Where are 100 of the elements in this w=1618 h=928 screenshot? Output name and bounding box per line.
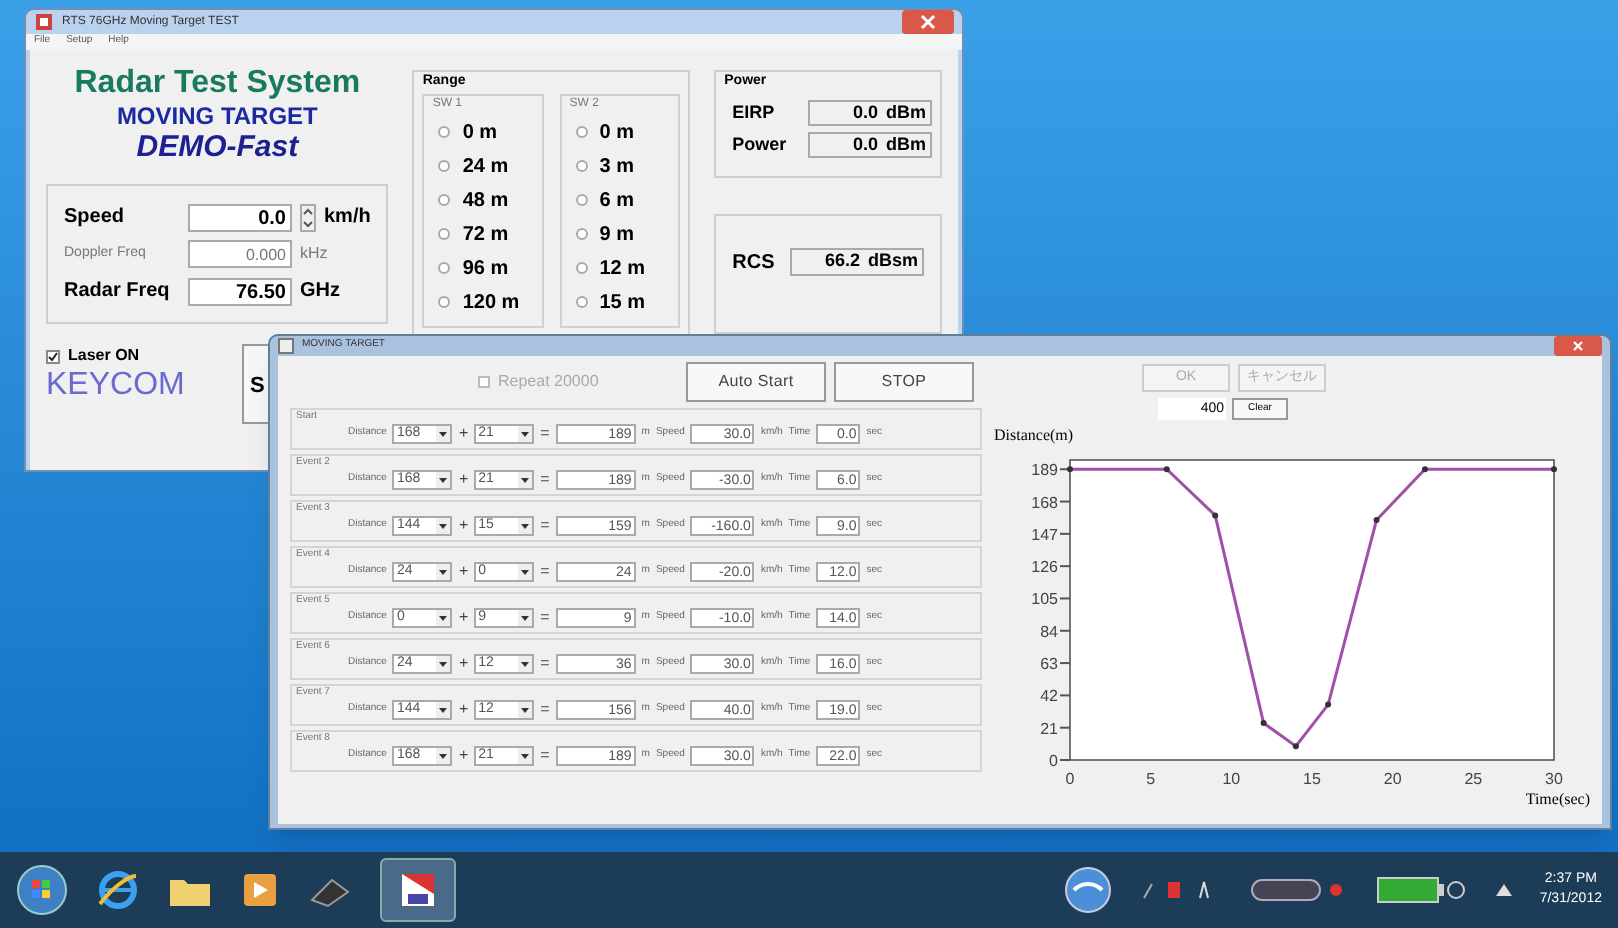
speed-label: Speed — [64, 204, 127, 232]
range-option[interactable]: 0 m — [569, 117, 671, 147]
caret-icon — [518, 426, 533, 442]
close-icon — [920, 14, 936, 30]
app-title: Radar Test System — [72, 66, 363, 102]
y-tick-label: 189 — [1031, 461, 1058, 480]
x-tick-label: 25 — [1464, 770, 1483, 788]
x-tick-label: 20 — [1383, 770, 1402, 788]
caret-icon — [436, 426, 451, 442]
caret-icon — [436, 656, 451, 672]
caret-icon — [436, 748, 451, 764]
plus-sign: + — [458, 744, 469, 768]
rcs-unit: dBsm — [867, 247, 918, 274]
range-option[interactable]: 96 m — [432, 253, 534, 283]
range-option[interactable]: 15 m — [569, 287, 671, 317]
x-tick-label: 5 — [1146, 770, 1156, 788]
radar-freq-field[interactable]: 76.50 — [188, 277, 292, 305]
range-option[interactable]: 12 m — [569, 253, 671, 283]
doppler-field[interactable]: 0.000 — [188, 240, 292, 268]
plus-sign: + — [458, 652, 469, 676]
action-button[interactable]: STOP — [834, 362, 974, 402]
start-icon — [16, 864, 68, 916]
data-point — [1421, 466, 1428, 473]
data-point — [1260, 720, 1267, 727]
plus-sign: + — [458, 698, 469, 722]
x-tick-label: 15 — [1303, 770, 1321, 788]
data-point — [1373, 517, 1380, 523]
data-point — [1551, 466, 1557, 473]
y-tick-label: 63 — [1040, 655, 1058, 674]
range-option[interactable]: 0 m — [432, 117, 534, 147]
data-point — [1212, 512, 1219, 519]
caret-icon — [436, 610, 451, 626]
caret-icon — [518, 702, 533, 718]
range-option[interactable]: 48 m — [432, 185, 534, 215]
app-subtitle: MOVING TARGET — [114, 102, 320, 130]
plus-sign: + — [458, 468, 469, 492]
equals-sign: = — [540, 514, 550, 538]
close-button[interactable] — [1554, 336, 1602, 356]
check-icon — [48, 351, 58, 361]
equals-sign: = — [540, 652, 550, 676]
rcs-label: RCS — [732, 249, 775, 277]
range-option[interactable]: 120 m — [432, 287, 534, 317]
speed-field[interactable]: 0.0 — [188, 203, 292, 231]
caret-icon — [518, 518, 533, 534]
company-logo: KEYCOM — [46, 368, 187, 404]
taskbar-app-button[interactable] — [380, 858, 456, 922]
range-option[interactable]: 24 m — [432, 151, 534, 181]
caret-icon — [436, 472, 451, 488]
y-tick-label: 105 — [1031, 590, 1058, 609]
globe-icon — [1063, 866, 1112, 914]
plus-sign: + — [458, 560, 469, 584]
plus-sign: + — [458, 606, 469, 630]
equals-sign: = — [540, 422, 550, 446]
plus-sign: + — [458, 514, 469, 538]
close-button[interactable] — [902, 10, 954, 34]
equals-sign: = — [540, 698, 550, 722]
radar-freq-label: Radar Freq — [64, 278, 172, 306]
doppler-unit: kHz — [300, 242, 328, 266]
y-tick-label: 0 — [1049, 752, 1058, 770]
equals-sign: = — [540, 606, 550, 630]
x-tick-label: 0 — [1065, 770, 1075, 788]
data-point — [1325, 701, 1332, 708]
data-point — [1292, 743, 1299, 750]
caret-icon — [518, 656, 533, 672]
range-option[interactable]: 3 m — [569, 151, 671, 181]
power-value: 0.0 — [852, 99, 878, 125]
y-tick-label: 126 — [1031, 558, 1058, 577]
range-option[interactable]: 9 m — [569, 219, 671, 249]
app-edition: DEMO-Fast — [134, 130, 301, 164]
power-label: EIRP — [732, 99, 777, 125]
caret-icon — [436, 564, 451, 580]
caret-icon — [518, 564, 533, 580]
equals-sign: = — [540, 744, 550, 768]
equals-sign: = — [540, 560, 550, 584]
caret-icon — [518, 610, 533, 626]
x-axis-title: Time(sec) — [1525, 788, 1590, 812]
range-option[interactable]: 72 m — [432, 219, 534, 249]
caret-icon — [436, 518, 451, 534]
app-icon — [398, 870, 438, 910]
y-tick-label: 84 — [1040, 622, 1058, 641]
spin-icon — [300, 203, 316, 231]
action-button[interactable]: Auto Start — [686, 362, 826, 402]
range-option[interactable]: 6 m — [569, 185, 671, 215]
power-value: 0.0 — [852, 132, 878, 158]
app-icon — [34, 12, 54, 32]
browser-icon — [96, 868, 140, 912]
x-tick-label: 30 — [1545, 770, 1563, 788]
power-unit: dBm — [886, 99, 926, 125]
caret-icon — [518, 748, 533, 764]
tray-arrow-icon — [1495, 884, 1512, 896]
battery-icon — [1375, 872, 1468, 908]
y-tick-label: 147 — [1031, 525, 1058, 544]
power-unit: dBm — [886, 132, 926, 158]
data-point — [1163, 466, 1170, 473]
y-tick-label: 21 — [1040, 719, 1058, 738]
x-tick-label: 10 — [1222, 770, 1241, 788]
close-icon — [1572, 340, 1584, 352]
caret-icon — [436, 702, 451, 718]
laser-checkbox[interactable] — [46, 349, 60, 363]
equals-sign: = — [540, 468, 550, 492]
